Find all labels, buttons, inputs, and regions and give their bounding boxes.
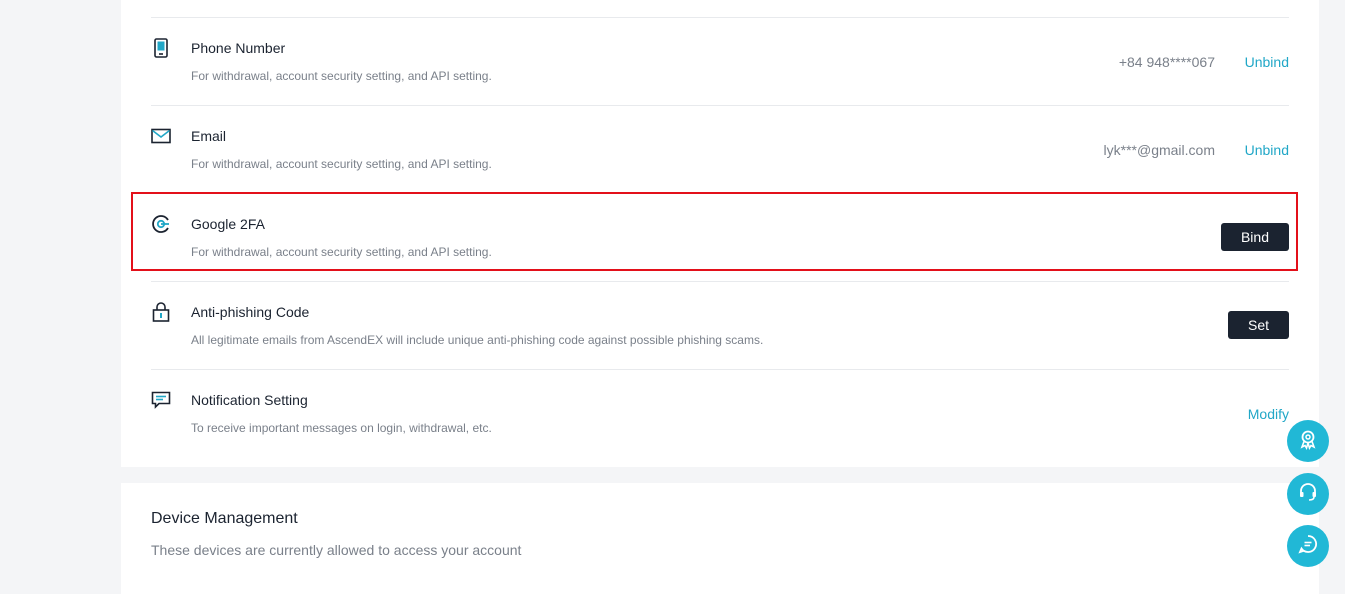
email-title: Email (191, 128, 227, 144)
google-icon (151, 213, 171, 235)
anti-phishing-description: All legitimate emails from AscendEX will… (191, 333, 764, 347)
google-2fa-row: Google 2FA For withdrawal, account secur… (151, 193, 1289, 282)
email-unbind-link[interactable]: Unbind (1245, 142, 1289, 158)
device-management-title: Device Management (151, 510, 298, 527)
phone-unbind-link[interactable]: Unbind (1245, 54, 1289, 70)
security-settings-card: Phone Number For withdrawal, account sec… (121, 0, 1319, 467)
notification-modify-link[interactable]: Modify (1248, 406, 1289, 422)
rewards-button[interactable] (1287, 420, 1329, 462)
support-button[interactable] (1287, 473, 1329, 515)
chat-icon (1297, 533, 1319, 560)
support-headset-icon (1297, 481, 1319, 508)
device-management-card: Device Management These devices are curr… (121, 483, 1319, 594)
rewards-icon (1297, 428, 1319, 455)
phone-number-value: +84 948****067 (1118, 54, 1215, 70)
anti-phishing-title: Anti-phishing Code (191, 304, 310, 320)
notification-setting-title: Notification Setting (191, 392, 308, 408)
phone-number-description: For withdrawal, account security setting… (191, 69, 492, 83)
google-2fa-bind-button[interactable]: Bind (1220, 223, 1289, 251)
phone-number-title: Phone Number (191, 40, 286, 56)
email-row: Email For withdrawal, account security s… (151, 105, 1289, 194)
lock-icon (151, 301, 171, 323)
notification-setting-row: Notification Setting To receive importan… (151, 369, 1289, 457)
device-management-description: These devices are currently allowed to a… (151, 542, 522, 558)
email-description: For withdrawal, account security setting… (191, 157, 492, 171)
anti-phishing-set-button[interactable]: Set (1227, 311, 1289, 339)
google-2fa-title: Google 2FA (191, 216, 265, 232)
mail-icon (151, 125, 171, 147)
message-icon (151, 389, 171, 411)
anti-phishing-row: Anti-phishing Code All legitimate emails… (151, 281, 1289, 370)
phone-icon (151, 37, 171, 59)
phone-number-row: Phone Number For withdrawal, account sec… (151, 17, 1289, 106)
email-value: lyk***@gmail.com (1103, 142, 1215, 158)
google-2fa-description: For withdrawal, account security setting… (191, 245, 492, 259)
notification-setting-description: To receive important messages on login, … (191, 421, 492, 435)
chat-button[interactable] (1287, 525, 1329, 567)
